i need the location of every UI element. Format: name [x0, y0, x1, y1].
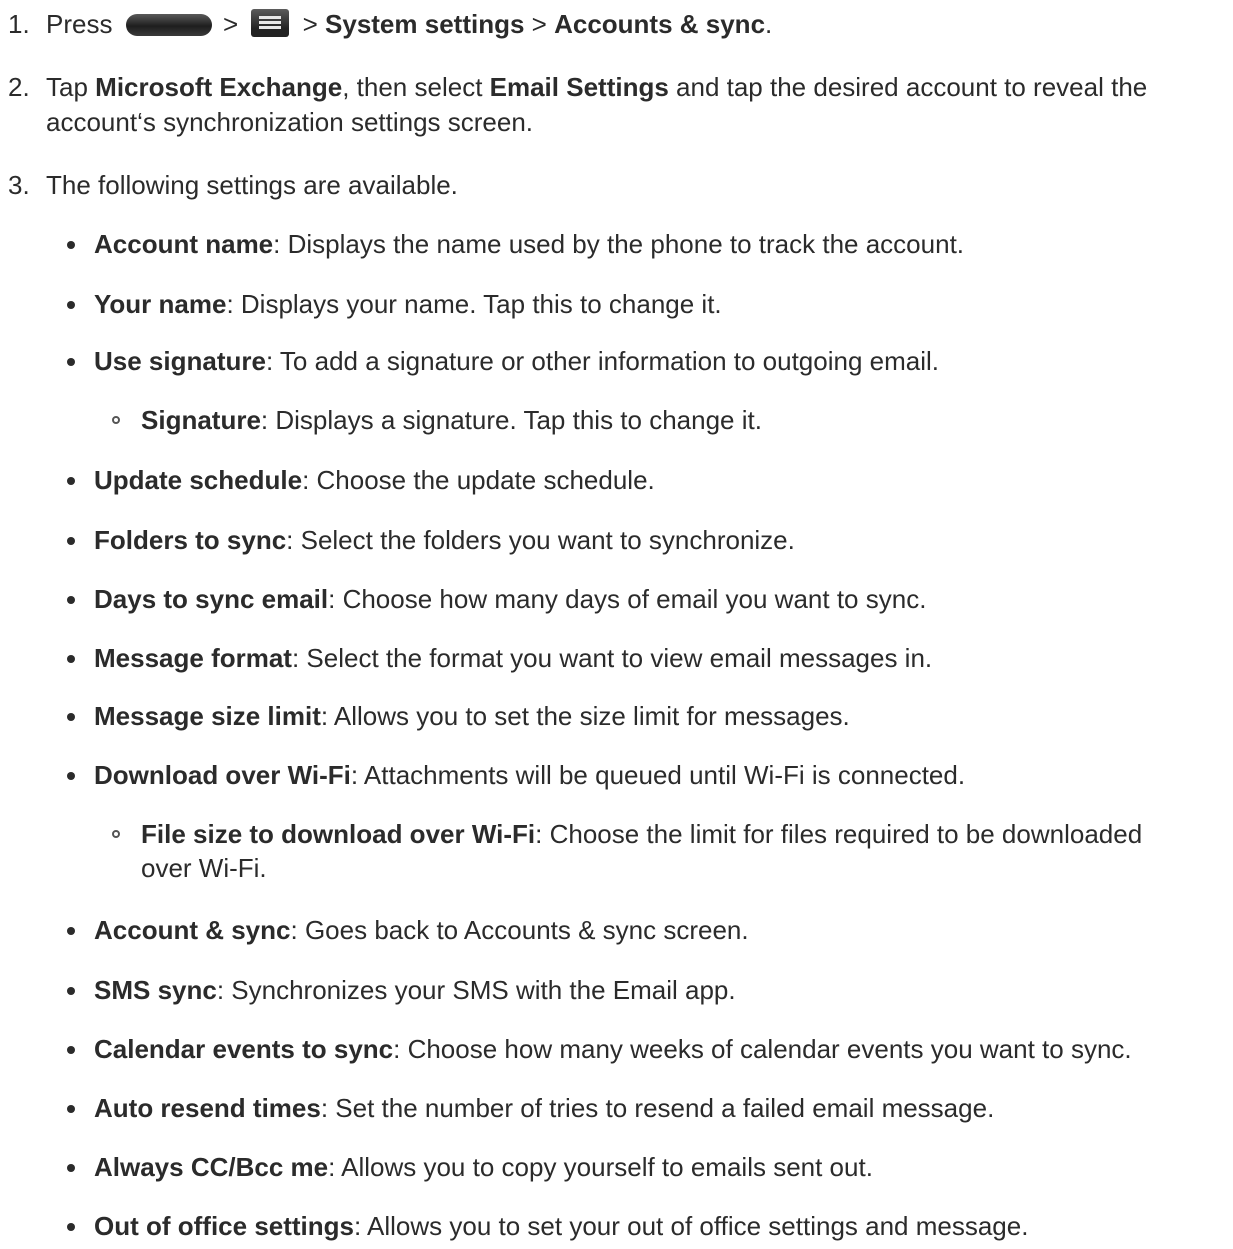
bullet-icon: [67, 1046, 75, 1054]
bullet-icon: [67, 241, 75, 249]
sub-bullet-icon: [112, 416, 120, 424]
bullet-icon: [67, 477, 75, 485]
separator: >: [302, 9, 318, 39]
menu-path-system-settings: System settings: [325, 9, 525, 39]
bullet-icon: [67, 537, 75, 545]
step-number: 3.: [8, 170, 30, 200]
bullet-icon: [67, 987, 75, 995]
menu-key-icon: [251, 9, 290, 37]
bullet-icon: [67, 596, 75, 604]
separator: >: [222, 9, 239, 39]
bullet-icon: [67, 655, 75, 663]
menu-path-microsoft-exchange: Microsoft Exchange: [95, 72, 343, 102]
bullet-icon: [67, 713, 75, 721]
separator: >: [531, 9, 547, 39]
menu-path-email-settings: Email Settings: [489, 72, 669, 102]
home-key-icon: [125, 14, 212, 36]
bullet-icon: [67, 772, 75, 780]
bullet-icon: [67, 358, 75, 366]
document-page: 1. Press > > System settings > Accounts …: [8, 9, 1148, 1241]
menu-path-accounts-sync: Accounts & sync: [554, 9, 766, 39]
bullet-icon: [67, 1105, 75, 1113]
step-number: 2.: [8, 72, 30, 102]
sub-bullet-icon: [112, 830, 120, 838]
bullet-icon: [67, 927, 75, 935]
bullet-icon: [67, 1223, 75, 1231]
bullet-icon: [67, 1164, 75, 1172]
step-text: Press: [46, 9, 113, 39]
bullet-icon: [67, 301, 75, 309]
step-number: 1.: [8, 9, 30, 39]
